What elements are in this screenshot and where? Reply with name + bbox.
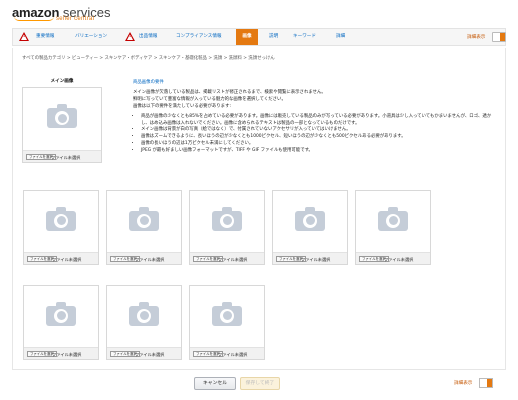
file-status: ファイル未選択	[301, 256, 331, 262]
tab-description[interactable]: 説明	[269, 29, 278, 45]
file-status: ファイル未選択	[135, 351, 165, 357]
camera-icon	[378, 206, 408, 231]
requirement-item: JPEG が最も好ましい画像フォーマットですが、TIFF や GIF ファイルも…	[141, 148, 493, 155]
additional-image-slot[interactable]: ファイルを選択 ファイル未選択	[355, 190, 431, 265]
advanced-view-label: 詳細表示	[467, 35, 486, 40]
tab-variations[interactable]: バリエーション	[75, 29, 107, 45]
additional-image-slot[interactable]: ファイルを選択 ファイル未選択	[189, 285, 265, 360]
additional-image-slot[interactable]: ファイルを選択 ファイル未選択	[189, 190, 265, 265]
additional-image-slot[interactable]: ファイルを選択 ファイル未選択	[106, 285, 182, 360]
main-image-slot[interactable]: ファイルを選択 ファイル未選択	[22, 87, 102, 163]
image-placeholder	[273, 191, 347, 252]
intro-line: メイン画像が欠落している製品は、掲載リストが修正されるまで、検索や閲覧に表示され…	[133, 89, 326, 95]
file-upload-row: ファイルを選択 ファイル未選択	[107, 347, 181, 359]
image-placeholder	[23, 88, 101, 150]
file-upload-row: ファイルを選択 ファイル未選択	[24, 252, 98, 264]
camera-icon	[212, 206, 242, 231]
image-placeholder	[24, 191, 98, 252]
image-requirements: 商品画像の要件 メイン画像が欠落している製品は、掲載リストが修正されるまで、検索…	[133, 80, 493, 155]
logo-smile-icon	[14, 16, 54, 21]
file-upload-row: ファイルを選択 ファイル未選択	[190, 347, 264, 359]
toggle-knob	[500, 33, 505, 41]
camera-icon	[47, 104, 77, 128]
requirement-item: 商品が画像の少なくとも85%を占めている必要があります。画像には販売している製品…	[141, 114, 493, 128]
tab-images[interactable]: 画像	[236, 29, 258, 45]
camera-icon	[46, 301, 76, 326]
requirements-heading: 商品画像の要件	[133, 80, 164, 85]
listing-tabs: ! 重要情報 バリエーション ! 出品情報 コンプライアンス情報 画像 説明 キ…	[12, 28, 506, 46]
save-and-finish-button[interactable]: 保存して終了	[240, 377, 280, 390]
file-status: ファイル未選択	[218, 351, 248, 357]
image-placeholder	[107, 191, 181, 252]
category-breadcrumb[interactable]: すべての製品カテゴリ > ビューティー > スキンケア・ボディケア > スキンケ…	[22, 55, 275, 61]
additional-image-slot[interactable]: ファイルを選択 ファイル未選択	[272, 190, 348, 265]
amazon-services-logo: amazon services seller central	[12, 2, 111, 22]
file-status: ファイル未選択	[218, 256, 248, 262]
file-upload-row: ファイルを選択 ファイル未選択	[23, 150, 101, 162]
tab-offer[interactable]: 出品情報	[139, 29, 157, 45]
file-upload-row: ファイルを選択 ファイル未選択	[273, 252, 347, 264]
file-upload-row: ファイルを選択 ファイル未選択	[356, 252, 430, 264]
intro-line: 画像は以下の要件を満たしている必要があります:	[133, 103, 231, 109]
tab-more-details[interactable]: 詳細	[336, 29, 345, 45]
toggle-knob	[487, 379, 492, 387]
additional-image-slot[interactable]: ファイルを選択 ファイル未選択	[23, 285, 99, 360]
tab-important-info[interactable]: 重要情報	[36, 29, 54, 45]
main-image-label: メイン画像	[50, 79, 74, 84]
advanced-view-toggle[interactable]	[479, 378, 493, 388]
camera-icon	[129, 301, 159, 326]
camera-icon	[129, 206, 159, 231]
file-upload-row: ファイルを選択 ファイル未選択	[24, 347, 98, 359]
file-upload-row: ファイルを選択 ファイル未選択	[107, 252, 181, 264]
file-status: ファイル未選択	[52, 351, 82, 357]
additional-image-slot[interactable]: ファイルを選択 ファイル未選択	[106, 190, 182, 265]
tab-compliance[interactable]: コンプライアンス情報	[176, 29, 222, 45]
tab-keywords[interactable]: キーワード	[293, 29, 316, 45]
warning-icon-mark: !	[129, 33, 132, 39]
image-placeholder	[107, 286, 181, 347]
intro-line: 鮮明に写っていて豊富な情報が入っている魅力的な画像を選択してください。	[133, 96, 286, 102]
camera-icon	[212, 301, 242, 326]
requirements-list: 商品が画像の少なくとも85%を占めている必要があります。画像には販売している製品…	[133, 114, 493, 155]
file-upload-row: ファイルを選択 ファイル未選択	[190, 252, 264, 264]
image-placeholder	[190, 286, 264, 347]
advanced-view-toggle[interactable]	[492, 32, 506, 42]
advanced-view-label: 詳細表示	[454, 381, 473, 386]
additional-image-slot[interactable]: ファイルを選択 ファイル未選択	[23, 190, 99, 265]
logo-subtitle: seller central	[56, 16, 95, 22]
warning-icon-mark: !	[23, 33, 26, 39]
cancel-button[interactable]: キャンセル	[194, 377, 236, 390]
image-placeholder	[190, 191, 264, 252]
file-status: ファイル未選択	[384, 256, 414, 262]
camera-icon	[46, 206, 76, 231]
image-placeholder	[24, 286, 98, 347]
file-status: ファイル未選択	[51, 154, 81, 160]
camera-icon	[295, 206, 325, 231]
file-status: ファイル未選択	[135, 256, 165, 262]
file-status: ファイル未選択	[52, 256, 82, 262]
image-placeholder	[356, 191, 430, 252]
requirements-intro: メイン画像が欠落している製品は、掲載リストが修正されるまで、検索や閲覧に表示され…	[133, 90, 493, 111]
